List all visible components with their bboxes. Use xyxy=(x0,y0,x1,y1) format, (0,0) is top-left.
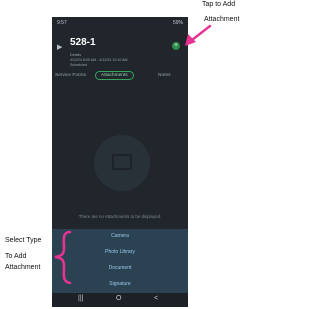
job-details-label: Details xyxy=(70,53,81,57)
menu-item-camera[interactable]: Camera xyxy=(52,233,188,239)
plus-icon: + xyxy=(173,42,179,49)
tab-service-forms[interactable]: Service Forms xyxy=(55,73,86,78)
callout-select-type-line2: To Add xyxy=(5,253,27,260)
pink-arrow-icon xyxy=(185,24,212,46)
job-title: 528-1 xyxy=(70,37,96,48)
home-button[interactable]: O xyxy=(116,295,121,302)
phone-screen: 9:57 59% ▶ 528-1 Details 4/12/24 8:00 AM… xyxy=(52,17,188,307)
status-bar: 9:57 59% xyxy=(52,17,188,29)
status-battery: 59% xyxy=(172,20,183,26)
job-tabs: Service Forms Attachments Notes xyxy=(52,71,188,83)
attachment-type-menu: Camera Photo Library Document Signature xyxy=(52,229,188,293)
callout-select-type-line1: Select Type xyxy=(5,237,42,244)
back-button[interactable]: < xyxy=(154,295,158,302)
android-nav-bar: ||| O < xyxy=(52,293,188,307)
add-attachment-button[interactable]: + xyxy=(172,42,180,50)
menu-item-signature[interactable]: Signature xyxy=(52,281,188,287)
callout-select-type-line3: Attachment xyxy=(5,264,41,271)
job-schedule-time: 4/12/24 8:00 AM - 4/12/24 10:10 AM xyxy=(70,58,128,62)
empty-state-message: There are no Attachments to be displayed… xyxy=(78,214,162,219)
menu-item-photo-library[interactable]: Photo Library xyxy=(52,249,188,255)
job-status: Scheduled xyxy=(70,63,87,67)
attachment-placeholder-icon xyxy=(94,135,150,191)
callout-tap-to-add-line1: Tap to Add xyxy=(202,1,236,8)
back-arrow-icon[interactable]: ▶ xyxy=(57,43,62,51)
status-time: 9:57 xyxy=(57,20,67,26)
recents-button[interactable]: ||| xyxy=(78,295,83,302)
tab-attachments[interactable]: Attachments xyxy=(95,71,134,80)
menu-item-document[interactable]: Document xyxy=(52,265,188,271)
callout-tap-to-add-line2: Attachment xyxy=(204,16,240,23)
tab-notes[interactable]: Notes xyxy=(158,73,171,78)
